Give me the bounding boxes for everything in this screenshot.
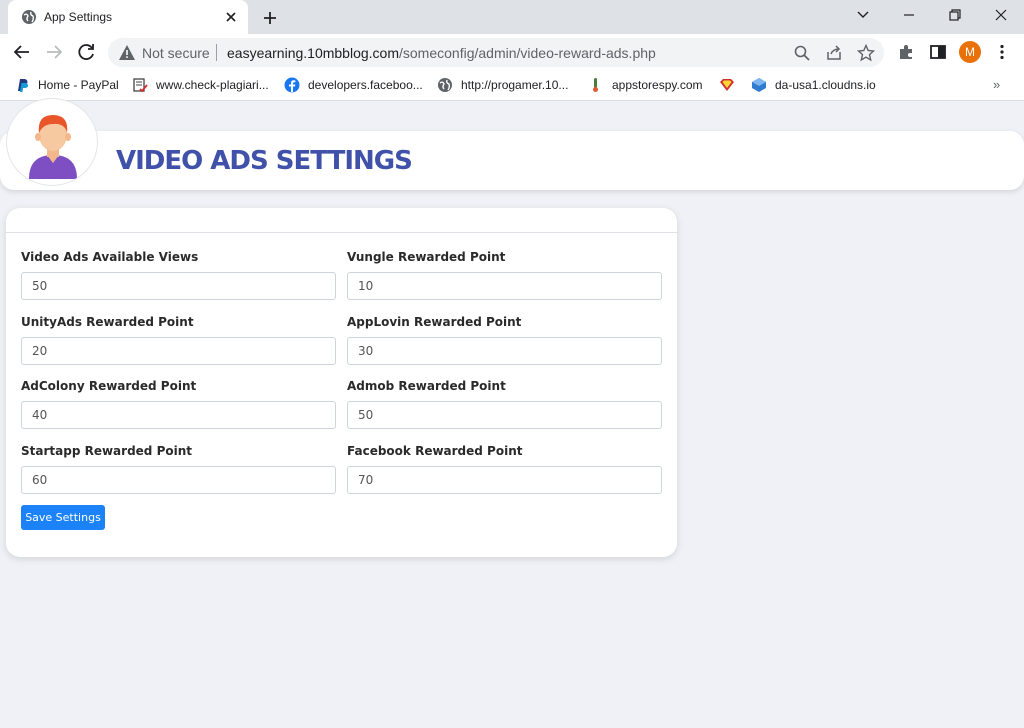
save-settings-button[interactable]: Save Settings	[21, 505, 105, 530]
window-close-icon[interactable]	[990, 5, 1012, 25]
extensions-icon[interactable]	[897, 43, 915, 61]
browser-toolbar: Not secure easyearning.10mbblog.com/some…	[0, 34, 1024, 70]
unityads-points-input[interactable]	[21, 337, 336, 365]
globe-icon	[438, 78, 452, 92]
card-divider	[6, 232, 677, 233]
adcolony-points-input[interactable]	[21, 401, 336, 429]
url-text[interactable]: easyearning.10mbblog.com/someconfig/admi…	[227, 45, 656, 61]
warning-icon[interactable]	[118, 44, 136, 61]
restore-icon[interactable]	[944, 5, 966, 25]
appstorespy-icon	[593, 78, 598, 92]
user-avatar	[6, 98, 98, 186]
bookmark-item[interactable]: appstorespy.com	[588, 76, 703, 94]
facebook-points-label: Facebook Rewarded Point	[347, 444, 523, 458]
security-status[interactable]: Not secure	[142, 45, 210, 61]
settings-form: Video Ads Available Views Vungle Rewarde…	[6, 208, 677, 557]
video-ads-views-label: Video Ads Available Views	[21, 250, 199, 264]
bookmark-label: Home - PayPal	[38, 78, 119, 92]
globe-icon	[22, 10, 36, 24]
bookmark-star-icon[interactable]	[857, 44, 875, 62]
unityads-points-label: UnityAds Rewarded Point	[21, 315, 194, 329]
bookmarks-bar: Home - PayPal www.check-plagiari... deve…	[0, 70, 1024, 101]
facebook-icon	[284, 77, 300, 93]
side-panel-icon[interactable]	[929, 43, 947, 61]
zoom-icon[interactable]	[793, 44, 811, 62]
vungle-points-input[interactable]	[347, 272, 662, 300]
bookmark-item[interactable]	[719, 76, 743, 94]
person-avatar-icon	[29, 115, 77, 179]
bookmark-label: developers.faceboo...	[308, 78, 423, 92]
video-ads-views-input[interactable]	[21, 272, 336, 300]
back-icon[interactable]	[10, 41, 34, 63]
bookmark-item[interactable]: da-usa1.cloudns.io	[751, 76, 876, 94]
bookmark-label: http://progamer.10...	[461, 78, 569, 92]
adcolony-points-label: AdColony Rewarded Point	[21, 379, 197, 393]
plagiarism-icon	[133, 78, 148, 93]
page-title: VIDEO ADS SETTINGS	[116, 146, 413, 176]
url-path: /someconfig/admin/video-reward-ads.php	[399, 45, 656, 61]
admob-points-label: Admob Rewarded Point	[347, 379, 506, 393]
bookmark-label: appstorespy.com	[612, 78, 703, 92]
bookmark-item[interactable]: Home - PayPal	[14, 76, 119, 94]
bookmark-item[interactable]: http://progamer.10...	[437, 76, 568, 94]
profile-avatar[interactable]: M	[959, 41, 981, 63]
new-tab-icon[interactable]	[259, 7, 281, 29]
menu-icon[interactable]	[993, 43, 1011, 61]
address-divider	[216, 44, 217, 61]
tab-search-chevron-icon[interactable]	[852, 5, 874, 25]
paypal-icon	[18, 79, 28, 92]
superman-icon	[720, 79, 734, 91]
tab-title: App Settings	[44, 10, 113, 24]
minimize-icon[interactable]	[898, 5, 920, 25]
forward-icon[interactable]	[42, 41, 66, 63]
address-bar[interactable]: Not secure easyearning.10mbblog.com/some…	[108, 38, 884, 67]
startapp-points-input[interactable]	[21, 466, 336, 494]
tab-app-settings[interactable]: App Settings	[8, 0, 248, 34]
applovin-points-input[interactable]	[347, 337, 662, 365]
reload-icon[interactable]	[75, 41, 99, 63]
bookmarks-overflow-icon[interactable]: »	[993, 77, 1000, 92]
cloudns-icon	[752, 78, 766, 92]
close-icon[interactable]	[222, 8, 240, 26]
url-host: easyearning.10mbblog.com	[227, 45, 399, 61]
tab-strip: App Settings	[0, 0, 1024, 34]
bookmark-item[interactable]: developers.faceboo...	[284, 76, 423, 94]
share-icon[interactable]	[825, 44, 843, 62]
bookmark-item[interactable]: www.check-plagiari...	[132, 76, 269, 94]
applovin-points-label: AppLovin Rewarded Point	[347, 315, 522, 329]
vungle-points-label: Vungle Rewarded Point	[347, 250, 506, 264]
startapp-points-label: Startapp Rewarded Point	[21, 444, 192, 458]
bookmark-label: da-usa1.cloudns.io	[775, 78, 876, 92]
facebook-points-input[interactable]	[347, 466, 662, 494]
admob-points-input[interactable]	[347, 401, 662, 429]
bookmark-label: www.check-plagiari...	[156, 78, 269, 92]
